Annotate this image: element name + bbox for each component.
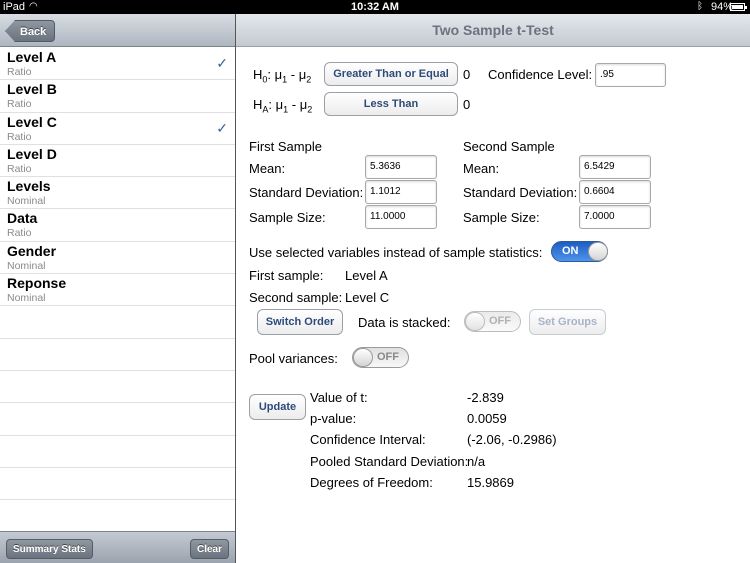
t-test-pane: Two Sample t-Test H0: μ1 - μ2 Greater Th… bbox=[236, 14, 750, 563]
variable-list: Level A Ratio ✓ Level B Ratio Level C Ra… bbox=[0, 48, 235, 533]
variable-type: Ratio bbox=[7, 130, 32, 143]
left-nav-bar: Back bbox=[0, 14, 235, 47]
degrees-of-freedom-value: 15.9869 bbox=[467, 475, 514, 490]
alternative-hypothesis-button[interactable]: Less Than bbox=[324, 92, 458, 116]
first-mean-label: Mean: bbox=[249, 161, 286, 176]
use-selected-toggle[interactable]: ON bbox=[551, 241, 608, 262]
checkmark-icon: ✓ bbox=[216, 55, 228, 71]
variable-type: Ratio bbox=[7, 98, 32, 111]
empty-row bbox=[0, 306, 235, 339]
degrees-of-freedom-label: Degrees of Freedom: bbox=[310, 475, 433, 490]
list-item[interactable]: Level D Ratio bbox=[0, 145, 235, 178]
switch-order-button[interactable]: Switch Order bbox=[257, 309, 343, 335]
set-groups-button[interactable]: Set Groups bbox=[529, 309, 606, 335]
bluetooth-icon: ᛒ bbox=[697, 1, 703, 12]
toggle-state: OFF bbox=[489, 315, 511, 327]
second-n-field[interactable]: 7.0000 bbox=[579, 205, 651, 229]
clear-button[interactable]: Clear bbox=[189, 539, 229, 559]
second-sd-field[interactable]: 0.6604 bbox=[579, 180, 651, 204]
second-mean-field[interactable]: 6.5429 bbox=[579, 155, 651, 179]
h0-label: H0: μ1 - μ2 bbox=[253, 67, 312, 85]
ha-value: 0 bbox=[463, 97, 471, 112]
variable-name: Data bbox=[7, 210, 38, 227]
confidence-interval-value: (-2.06, -0.2986) bbox=[467, 432, 557, 447]
null-hypothesis-button[interactable]: Greater Than or Equal bbox=[324, 62, 458, 86]
toggle-knob bbox=[465, 312, 485, 331]
first-sd-field[interactable]: 1.1012 bbox=[365, 180, 437, 204]
p-value: 0.0059 bbox=[467, 411, 507, 426]
first-n-label: Sample Size: bbox=[249, 210, 326, 225]
empty-row bbox=[0, 468, 235, 501]
variable-name: Level B bbox=[7, 81, 57, 98]
toggle-state: ON bbox=[562, 245, 579, 257]
list-item[interactable]: Level C Ratio ✓ bbox=[0, 113, 235, 145]
pooled-sd-value: n/a bbox=[467, 454, 486, 469]
variable-type: Ratio bbox=[7, 227, 32, 240]
ha-label: HA: μ1 - μ2 bbox=[253, 97, 313, 115]
second-sample-var-label: Second sample: bbox=[249, 290, 343, 305]
second-sample-var-value: Level C bbox=[345, 290, 390, 305]
h0-value: 0 bbox=[463, 67, 471, 82]
list-item[interactable]: Gender Nominal bbox=[0, 242, 235, 275]
first-sample-header: First Sample bbox=[249, 139, 322, 154]
data-stacked-label: Data is stacked: bbox=[358, 315, 451, 330]
list-item[interactable]: Level A Ratio ✓ bbox=[0, 48, 235, 81]
back-button[interactable]: Back bbox=[5, 20, 56, 42]
list-item[interactable]: Levels Nominal bbox=[0, 177, 235, 210]
empty-row bbox=[0, 436, 235, 468]
pool-variances-toggle[interactable]: OFF bbox=[352, 347, 409, 368]
t-value-label: Value of t: bbox=[310, 390, 368, 405]
toggle-state: OFF bbox=[377, 351, 399, 363]
status-bar: iPad ◠ 10:32 AM ᛒ 94% bbox=[0, 0, 750, 14]
first-sample-var-label: First sample: bbox=[249, 268, 324, 283]
update-button[interactable]: Update bbox=[249, 394, 306, 420]
confidence-level-field[interactable]: .95 bbox=[595, 63, 666, 87]
summary-stats-button[interactable]: Summary Stats bbox=[6, 539, 93, 559]
confidence-interval-label: Confidence Interval: bbox=[310, 432, 426, 447]
page-title: Two Sample t-Test bbox=[432, 22, 554, 38]
pool-variances-label: Pool variances: bbox=[249, 351, 338, 366]
list-item[interactable]: Data Ratio bbox=[0, 209, 235, 242]
use-selected-label: Use selected variables instead of sample… bbox=[249, 245, 543, 260]
variable-name: Reponse bbox=[7, 275, 67, 292]
empty-row bbox=[0, 500, 235, 533]
empty-row bbox=[0, 339, 235, 371]
variable-name: Level C bbox=[7, 113, 57, 130]
battery-icon bbox=[730, 3, 747, 11]
first-sample-var-value: Level A bbox=[345, 268, 388, 283]
variable-name: Level D bbox=[7, 145, 57, 162]
data-stacked-toggle[interactable]: OFF bbox=[464, 311, 521, 332]
toggle-knob bbox=[353, 348, 373, 367]
variable-name: Level A bbox=[7, 49, 57, 65]
variable-type: Nominal bbox=[7, 292, 46, 305]
checkmark-icon: ✓ bbox=[216, 119, 228, 136]
first-mean-field[interactable]: 5.3636 bbox=[365, 155, 437, 179]
variable-type: Ratio bbox=[7, 162, 32, 175]
variable-name: Gender bbox=[7, 242, 57, 259]
variable-type: Nominal bbox=[7, 259, 46, 272]
pooled-sd-label: Pooled Standard Deviation: bbox=[310, 454, 469, 469]
second-mean-label: Mean: bbox=[463, 161, 500, 176]
second-sample-header: Second Sample bbox=[463, 139, 555, 154]
list-item[interactable]: Reponse Nominal bbox=[0, 274, 235, 307]
toggle-knob bbox=[588, 242, 608, 261]
variable-type: Nominal bbox=[7, 195, 46, 208]
second-n-label: Sample Size: bbox=[463, 210, 540, 225]
variable-type: Ratio bbox=[7, 66, 32, 78]
second-sd-label: Standard Deviation: bbox=[463, 185, 578, 200]
empty-row bbox=[0, 371, 235, 404]
left-toolbar: Summary Stats Clear bbox=[0, 531, 235, 563]
variables-pane: Back Level A Ratio ✓ Level B Ratio Level… bbox=[0, 14, 235, 563]
first-sd-label: Standard Deviation: bbox=[249, 185, 364, 200]
t-value: -2.839 bbox=[467, 390, 504, 405]
clock: 10:32 AM bbox=[351, 1, 399, 13]
p-value-label: p-value: bbox=[310, 411, 357, 426]
first-n-field[interactable]: 11.0000 bbox=[365, 205, 437, 229]
empty-row bbox=[0, 403, 235, 436]
list-item[interactable]: Level B Ratio bbox=[0, 80, 235, 113]
variable-name: Levels bbox=[7, 178, 51, 195]
confidence-level-label: Confidence Level: bbox=[488, 67, 593, 82]
right-nav-bar: Two Sample t-Test bbox=[236, 14, 750, 47]
